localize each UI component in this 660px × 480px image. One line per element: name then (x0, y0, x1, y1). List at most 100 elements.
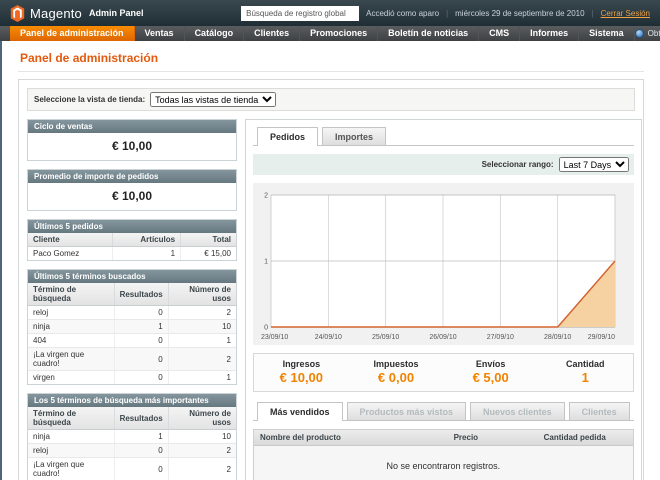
dashboard-container: Seleccione la vista de tienda: Todas las… (18, 79, 644, 480)
tab-mas-vendidos[interactable]: Más vendidos (257, 402, 343, 421)
table-row[interactable]: virgen 0 1 (28, 371, 236, 385)
column-header: Resultados (114, 407, 168, 430)
stat-cantidad: Cantidad 1 (538, 359, 633, 385)
help-globe-icon (635, 29, 644, 38)
table-row[interactable]: reloj 0 2 (28, 444, 236, 458)
range-selector-bar: Seleccionar rango: Last 7 Days (253, 154, 634, 175)
main-nav: Panel de administración Ventas Catálogo … (0, 26, 660, 41)
logout-link[interactable]: Cerrar Sesión (601, 9, 650, 18)
nav-item-catalogo[interactable]: Catálogo (185, 26, 245, 41)
logo-suffix: Admin Panel (89, 8, 144, 18)
table-row[interactable]: ninja 1 10 (28, 430, 236, 444)
orders-chart: 01223/09/1024/09/1025/09/1026/09/1027/09… (255, 187, 621, 343)
empty-row: No se encontraron registros. (254, 446, 633, 480)
column-header: Cantidad pedida (538, 430, 633, 446)
column-header: Término de búsqueda (28, 407, 114, 430)
panel-title: Los 5 términos de búsqueda más important… (28, 394, 236, 407)
magento-logo: Magento Admin Panel (10, 5, 144, 22)
average-orders-panel: Promedio de importe de pedidos € 10,00 (27, 169, 237, 211)
panel-title: Ciclo de ventas (28, 120, 236, 133)
global-search-input[interactable] (241, 6, 359, 21)
last-search-terms-panel: Últimos 5 términos buscados Término de b… (27, 269, 237, 385)
last-orders-table: Cliente Artículos Total Paco Gomez 1 € 1… (28, 233, 236, 260)
totals-bar: Ingresos € 10,00 Impuestos € 0,00 Envíos… (253, 353, 634, 392)
table-row[interactable]: ninja 1 10 (28, 320, 236, 334)
column-header: Número de usos (168, 283, 236, 306)
range-label: Seleccionar rango: (482, 160, 554, 169)
svg-text:29/09/10: 29/09/10 (588, 334, 615, 341)
column-header: Artículos (113, 233, 181, 247)
separator: | (592, 9, 594, 18)
nav-item-boletin[interactable]: Boletín de noticias (378, 26, 479, 41)
store-view-label: Seleccione la vista de tienda: (34, 95, 145, 104)
table-row[interactable]: reloj 0 2 (28, 306, 236, 320)
svg-text:1: 1 (264, 259, 268, 266)
top-header: Magento Admin Panel Accedió como aparo |… (0, 0, 660, 26)
help-label: Obtener ayuda para esta página (648, 29, 660, 38)
table-row[interactable]: ¡La virgen que cuadro! 0 2 (28, 348, 236, 371)
average-orders-value: € 10,00 (28, 183, 236, 210)
last-search-terms-table: Término de búsqueda Resultados Número de… (28, 283, 236, 384)
range-select[interactable]: Last 7 Days (559, 157, 629, 172)
svg-text:27/09/10: 27/09/10 (487, 334, 514, 341)
top-search-terms-table: Término de búsqueda Resultados Número de… (28, 407, 236, 480)
svg-text:28/09/10: 28/09/10 (544, 334, 571, 341)
lifetime-sales-panel: Ciclo de ventas € 10,00 (27, 119, 237, 161)
header-right: Accedió como aparo | miércoles 29 de sep… (241, 6, 650, 21)
nav-item-clientes[interactable]: Clientes (244, 26, 300, 41)
tab-nuevos-clientes[interactable]: Nuevos clientes (470, 402, 565, 420)
nav-item-informes[interactable]: Informes (520, 26, 579, 41)
column-header: Número de usos (168, 407, 236, 430)
nav-item-sistema[interactable]: Sistema (579, 26, 635, 41)
svg-text:24/09/10: 24/09/10 (315, 334, 342, 341)
column-header: Resultados (114, 283, 168, 306)
store-view-bar: Seleccione la vista de tienda: Todas las… (27, 88, 635, 111)
column-header: Total (181, 233, 236, 247)
products-tabs: Más vendidos Productos más vistos Nuevos… (253, 402, 634, 421)
panel-title: Últimos 5 pedidos (28, 220, 236, 233)
lifetime-sales-value: € 10,00 (28, 133, 236, 160)
magento-admin-window: Magento Admin Panel Accedió como aparo |… (0, 0, 660, 480)
empty-message: No se encontraron registros. (254, 446, 633, 480)
tab-clientes[interactable]: Clientes (569, 402, 630, 420)
dashboard-left-column: Ciclo de ventas € 10,00 Promedio de impo… (27, 119, 237, 480)
stat-envios: Envíos € 5,00 (443, 359, 538, 385)
magento-logo-icon (10, 5, 25, 22)
orders-chart-area: 01223/09/1024/09/1025/09/1026/09/1027/09… (253, 183, 634, 345)
separator: | (446, 9, 448, 18)
tab-pedidos[interactable]: Pedidos (257, 127, 318, 146)
help-link[interactable]: Obtener ayuda para esta página (635, 26, 660, 41)
stat-impuestos: Impuestos € 0,00 (349, 359, 444, 385)
dashboard-right-column: Pedidos Importes Seleccionar rango: Last… (245, 119, 642, 480)
stat-ingresos: Ingresos € 10,00 (254, 359, 349, 385)
top-search-terms-panel: Los 5 términos de búsqueda más important… (27, 393, 237, 480)
products-table: Nombre del producto Precio Cantidad pedi… (254, 430, 633, 480)
orders-amounts-tabs: Pedidos Importes (253, 127, 634, 146)
current-date: miércoles 29 de septiembre de 2010 (455, 9, 584, 18)
products-table-wrap: Nombre del producto Precio Cantidad pedi… (253, 429, 634, 480)
page-title: Panel de administración (18, 48, 644, 72)
logo-text: Magento (30, 6, 82, 21)
nav-item-cms[interactable]: CMS (479, 26, 520, 41)
svg-text:0: 0 (264, 325, 268, 332)
panel-title: Promedio de importe de pedidos (28, 170, 236, 183)
tab-importes[interactable]: Importes (322, 127, 386, 145)
nav-item-promociones[interactable]: Promociones (300, 26, 378, 41)
table-row[interactable]: Paco Gomez 1 € 15,00 (28, 247, 236, 261)
column-header: Nombre del producto (254, 430, 448, 446)
nav-item-panel-administracion[interactable]: Panel de administración (10, 26, 135, 41)
nav-item-ventas[interactable]: Ventas (135, 26, 185, 41)
column-header: Cliente (28, 233, 113, 247)
svg-text:2: 2 (264, 193, 268, 200)
panel-title: Últimos 5 términos buscados (28, 270, 236, 283)
column-header: Precio (448, 430, 538, 446)
column-header: Término de búsqueda (28, 283, 114, 306)
page-body: Panel de administración Seleccione la vi… (0, 41, 660, 480)
store-view-select[interactable]: Todas las vistas de tienda (150, 92, 276, 107)
logged-in-as: Accedió como aparo (366, 9, 439, 18)
svg-text:23/09/10: 23/09/10 (261, 334, 288, 341)
table-row[interactable]: ¡La virgen que cuadro! 0 2 (28, 458, 236, 480)
svg-text:26/09/10: 26/09/10 (429, 334, 456, 341)
table-row[interactable]: 404 0 1 (28, 334, 236, 348)
tab-productos-mas-vistos[interactable]: Productos más vistos (347, 402, 467, 420)
